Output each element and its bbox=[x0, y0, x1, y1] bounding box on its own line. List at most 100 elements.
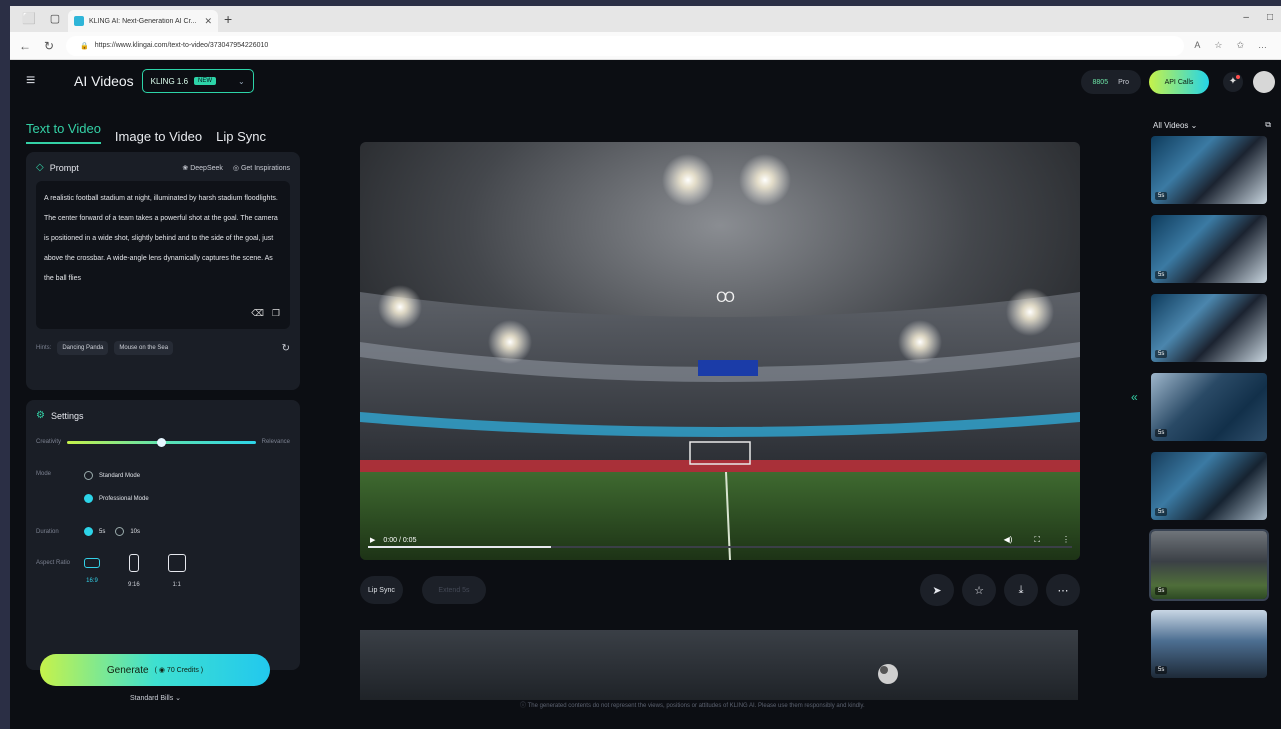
manage-icon[interactable]: ⧉ bbox=[1265, 120, 1271, 130]
tab-title: KLING AI: Next-Generation AI Cr... bbox=[89, 17, 197, 25]
close-tab-icon[interactable]: ✕ bbox=[204, 16, 212, 27]
tab-image-to-video[interactable]: Image to Video bbox=[115, 129, 202, 144]
collapse-sidebar-icon[interactable]: « bbox=[1131, 390, 1138, 404]
svg-text:Ꝏ: Ꝏ bbox=[716, 290, 735, 306]
refresh-icon[interactable]: ↻ bbox=[42, 39, 56, 53]
video-thumbnail[interactable]: 5s bbox=[1151, 136, 1267, 204]
more-icon[interactable]: … bbox=[1258, 40, 1267, 51]
tab-actions-icon[interactable]: ▢ bbox=[48, 12, 62, 26]
credits-icon: ◉ bbox=[158, 667, 165, 674]
duration-row: Duration 5s 10s bbox=[36, 527, 290, 536]
tab-lip-sync[interactable]: Lip Sync bbox=[216, 129, 266, 144]
duration-5s-radio[interactable]: 5s bbox=[84, 527, 105, 536]
video-player[interactable]: Ꝏ ▶ 0:00 / 0:05 ◀) ⛶ ⋮ bbox=[360, 142, 1080, 560]
url-field[interactable]: 🔒 https://www.klingai.com/text-to-video/… bbox=[66, 35, 1185, 56]
model-selector[interactable]: KLING 1.6 NEW ⌄ bbox=[141, 69, 254, 93]
tab-text-to-video[interactable]: Text to Video bbox=[26, 121, 101, 144]
landscape-icon bbox=[84, 558, 100, 568]
share-icon[interactable]: ➤ bbox=[920, 574, 954, 606]
pro-label: Pro bbox=[1118, 78, 1129, 86]
chevron-down-icon: ⌄ bbox=[238, 76, 245, 86]
deepseek-button[interactable]: ❀ DeepSeek bbox=[182, 164, 223, 172]
url-text: https://www.klingai.com/text-to-video/37… bbox=[94, 42, 269, 49]
more-icon[interactable]: ⋯ bbox=[1046, 574, 1080, 606]
minimize-icon[interactable]: – bbox=[1243, 12, 1249, 23]
slider-knob[interactable] bbox=[157, 437, 167, 447]
lip-sync-button[interactable]: Lip Sync bbox=[360, 576, 403, 604]
app: ≡ AI Videos KLING 1.6 NEW ⌄ 8805 Pro API… bbox=[10, 60, 1281, 729]
download-icon[interactable]: ⤓ bbox=[1004, 574, 1038, 606]
api-button[interactable]: API Calls bbox=[1149, 70, 1209, 94]
new-tab-button[interactable]: + bbox=[224, 11, 232, 27]
play-icon[interactable]: ▶ bbox=[370, 536, 375, 544]
prompt-textarea[interactable]: A realistic football stadium at night, i… bbox=[36, 181, 290, 329]
back-icon[interactable]: ← bbox=[18, 39, 32, 53]
maximize-icon[interactable]: □ bbox=[1267, 12, 1273, 23]
aspect-1-1[interactable]: 1:1 bbox=[167, 554, 186, 588]
prompt-text: A realistic football stadium at night, i… bbox=[44, 195, 278, 282]
generate-label: Generate bbox=[106, 664, 149, 676]
bulb-icon: ◎ bbox=[232, 164, 241, 172]
video-thumbnail[interactable]: 5s bbox=[1151, 215, 1267, 283]
creativity-label: Creativity bbox=[36, 439, 62, 445]
favorites-icon[interactable]: ✩ bbox=[1236, 40, 1244, 51]
translate-icon[interactable]: A bbox=[1194, 40, 1200, 51]
radio-icon bbox=[84, 494, 93, 503]
video-thumbnail[interactable]: 5s bbox=[1151, 610, 1267, 678]
more-vertical-icon[interactable]: ⋮ bbox=[1062, 535, 1070, 545]
creativity-row: Creativity Relevance bbox=[36, 437, 290, 447]
refresh-hints-icon[interactable]: ↻ bbox=[282, 343, 290, 354]
aspect-row: Aspect Ratio 16:9 9:16 1:1 bbox=[36, 554, 290, 588]
chevron-down-icon: ⌄ bbox=[175, 695, 182, 702]
inspirations-button[interactable]: ◎ Get Inspirations bbox=[233, 164, 290, 172]
volume-icon[interactable]: ◀) bbox=[1004, 535, 1013, 545]
radio-icon bbox=[84, 471, 93, 480]
prompt-label: Prompt bbox=[49, 162, 79, 173]
hint-chip[interactable]: Mouse on the Sea bbox=[114, 341, 174, 355]
avatar[interactable] bbox=[1253, 71, 1275, 93]
creativity-slider[interactable] bbox=[67, 437, 256, 447]
star-icon[interactable]: ☆ bbox=[1214, 40, 1222, 51]
credits-pill[interactable]: 8805 Pro bbox=[1080, 70, 1141, 94]
all-videos-dropdown[interactable]: All Videos ⌄ bbox=[1153, 121, 1197, 130]
video-time: 0:00 / 0:05 bbox=[383, 536, 417, 544]
video-thumbnail[interactable]: 5s bbox=[1151, 294, 1267, 362]
radio-icon bbox=[115, 527, 125, 536]
window-controls: – □ bbox=[1243, 12, 1273, 23]
settings-label: Settings bbox=[50, 410, 84, 421]
duration-10s-radio[interactable]: 10s bbox=[115, 527, 140, 536]
favorite-icon[interactable]: ☆ bbox=[962, 574, 996, 606]
profile-icon[interactable]: ⬜ bbox=[22, 12, 36, 26]
left-panel: Text to Video Image to Video Lip Sync ◇ … bbox=[26, 102, 300, 729]
fullscreen-icon[interactable]: ⛶ bbox=[1034, 535, 1040, 545]
video-thumbnail[interactable]: 5s bbox=[1151, 452, 1267, 520]
benefits-link[interactable]: Standard Bills ⌄ bbox=[130, 694, 181, 702]
professional-mode-radio[interactable]: Professional Mode bbox=[84, 494, 149, 503]
address-bar-row: ← ↻ 🔒 https://www.klingai.com/text-to-vi… bbox=[10, 32, 1281, 60]
extend-button[interactable]: Extend 5s bbox=[422, 576, 486, 604]
square-icon bbox=[167, 554, 186, 572]
clear-icon[interactable]: ⌫ bbox=[251, 303, 264, 323]
copy-icon[interactable]: ❐ bbox=[272, 303, 280, 323]
credits-count: 8805 bbox=[1092, 78, 1109, 86]
hint-chip[interactable]: Dancing Panda bbox=[57, 341, 109, 355]
aspect-16-9[interactable]: 16:9 bbox=[84, 554, 100, 588]
aspect-9-16[interactable]: 9:16 bbox=[128, 554, 140, 588]
video-thumbnail[interactable]: 5s bbox=[1151, 373, 1267, 441]
generate-button[interactable]: Generate ( ◉ 70 Credits ) bbox=[40, 654, 270, 686]
menu-icon[interactable]: ≡ bbox=[26, 72, 44, 90]
browser-tab[interactable]: KLING AI: Next-Generation AI Cr... ✕ bbox=[68, 10, 218, 32]
history-header: All Videos ⌄ ⧉ bbox=[1143, 114, 1281, 136]
next-video-preview[interactable] bbox=[360, 630, 1078, 700]
standard-mode-radio[interactable]: Standard Mode bbox=[84, 471, 149, 480]
browser-tab-bar: ⬜ ▢ KLING AI: Next-Generation AI Cr... ✕… bbox=[10, 6, 1281, 32]
gear-icon: ⚙ bbox=[36, 410, 45, 421]
settings-card: ⚙ Settings Creativity Relevance Mode Sta… bbox=[26, 400, 300, 670]
prompt-header: ◇ Prompt ❀ DeepSeek ◎ Get Inspirations bbox=[36, 162, 290, 173]
lock-icon: 🔒 bbox=[80, 42, 89, 50]
video-thumbnail-selected[interactable]: 5s bbox=[1149, 529, 1269, 601]
info-icon: ⓘ bbox=[520, 703, 528, 709]
stadium-video-frame: Ꝏ bbox=[360, 142, 1080, 560]
model-name: KLING 1.6 bbox=[150, 76, 189, 86]
notification-icon[interactable]: ✦ bbox=[1223, 72, 1243, 92]
